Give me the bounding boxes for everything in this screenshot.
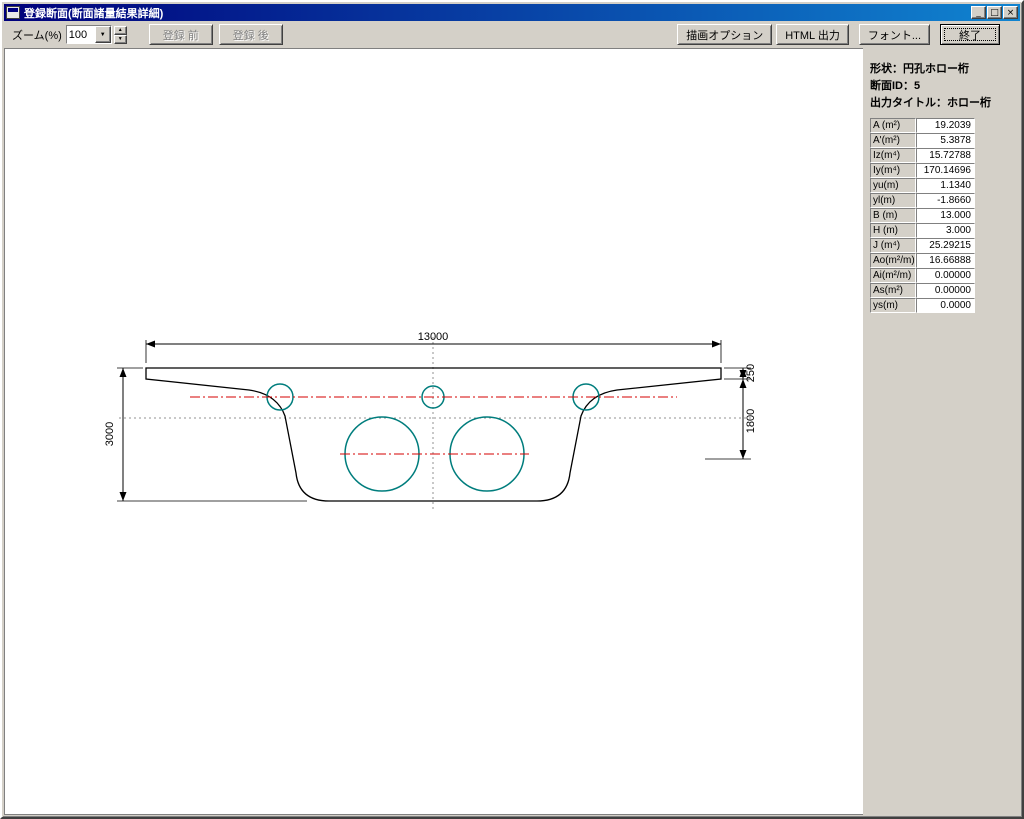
drawing-canvas: 13000 3000 250 1800 [4,48,867,815]
property-label: H (m) [870,223,916,238]
html-output-button[interactable]: HTML 出力 [776,24,849,45]
output-title-line: 出力タイトル：ホロー桁 [870,94,1016,111]
property-value: 15.72788 [916,148,975,163]
property-row: Iz(m⁴)15.72788 [870,148,1016,163]
property-label: Iz(m⁴) [870,148,916,163]
property-value: 170.14696 [916,163,975,178]
property-label: yl(m) [870,193,916,208]
property-row: Ai(m²/m)0.00000 [870,268,1016,283]
property-value: -1.8660 [916,193,975,208]
property-label: Ai(m²/m) [870,268,916,283]
property-row: yl(m)-1.8660 [870,193,1016,208]
shape-line: 形状：円孔ホロー桁 [870,60,1016,77]
properties-panel: 形状：円孔ホロー桁 断面ID：5 出力タイトル：ホロー桁 A (m²)19.20… [863,48,1020,815]
zoom-stepper: ▲ ▼ [114,26,127,44]
property-row: As(m²)0.00000 [870,283,1016,298]
property-value: 3.000 [916,223,975,238]
dim-hole-depth-label: 1800 [745,409,757,433]
prev-section-button[interactable]: 登録 前 [149,24,213,45]
centerlines [190,397,677,454]
font-button[interactable]: フォント... [859,24,930,45]
property-row: Ao(m²/m)16.66888 [870,253,1016,268]
property-value: 5.3878 [916,133,975,148]
section-drawing: 13000 3000 250 1800 [5,49,866,815]
property-label: yu(m) [870,178,916,193]
next-section-button[interactable]: 登録 後 [219,24,283,45]
zoom-combobox: ▼ [66,25,112,44]
property-table: A (m²)19.2039A'(m²)5.3878Iz(m⁴)15.72788I… [870,118,1016,313]
property-value: 0.00000 [916,283,975,298]
property-value: 0.00000 [916,268,975,283]
zoom-label: ズーム(%) [12,27,62,43]
property-row: H (m)3.000 [870,223,1016,238]
close-button[interactable]: × [1003,6,1018,19]
draw-options-button[interactable]: 描画オプション [677,24,772,45]
property-row: A'(m²)5.3878 [870,133,1016,148]
minimize-button[interactable]: _ [971,6,986,19]
property-row: J (m⁴)25.29215 [870,238,1016,253]
app-icon[interactable] [6,6,20,19]
zoom-input[interactable] [67,26,95,43]
property-value: 16.66888 [916,253,975,268]
property-row: yu(m)1.1340 [870,178,1016,193]
window-controls: _ □ × [971,6,1018,19]
zoom-dropdown-arrow-icon[interactable]: ▼ [95,26,111,43]
property-label: A'(m²) [870,133,916,148]
dim-flange-label: 250 [745,364,757,382]
property-row: B (m)13.000 [870,208,1016,223]
auxiliary-lines [119,337,751,512]
property-row: A (m²)19.2039 [870,118,1016,133]
property-value: 1.1340 [916,178,975,193]
property-value: 25.29215 [916,238,975,253]
zoom-up-icon[interactable]: ▲ [114,26,127,35]
dim-height-label: 3000 [104,422,116,446]
property-label: ys(m) [870,298,916,313]
property-value: 0.0000 [916,298,975,313]
toolbar: ズーム(%) ▼ ▲ ▼ 登録 前 登録 後 描画オプション HTML 出力 フ… [4,21,1020,48]
property-row: Iy(m⁴)170.14696 [870,163,1016,178]
property-label: B (m) [870,208,916,223]
app-window: 登録断面(断面諸量結果詳細) _ □ × ズーム(%) ▼ ▲ ▼ 登録 前 登… [0,0,1024,819]
window-title: 登録断面(断面諸量結果詳細) [24,5,971,21]
property-label: As(m²) [870,283,916,298]
title-bar: 登録断面(断面諸量結果詳細) _ □ × [4,4,1020,21]
property-label: Ao(m²/m) [870,253,916,268]
property-row: ys(m)0.0000 [870,298,1016,313]
dimension-lines: 13000 3000 250 1800 [104,331,757,501]
section-id-line: 断面ID：5 [870,77,1016,94]
maximize-button[interactable]: □ [987,6,1002,19]
property-value: 19.2039 [916,118,975,133]
property-label: Iy(m⁴) [870,163,916,178]
property-value: 13.000 [916,208,975,223]
property-label: J (m⁴) [870,238,916,253]
zoom-down-icon[interactable]: ▼ [114,35,127,44]
exit-button[interactable]: 終了 [940,24,1000,45]
dim-width-label: 13000 [418,331,449,343]
property-label: A (m²) [870,118,916,133]
